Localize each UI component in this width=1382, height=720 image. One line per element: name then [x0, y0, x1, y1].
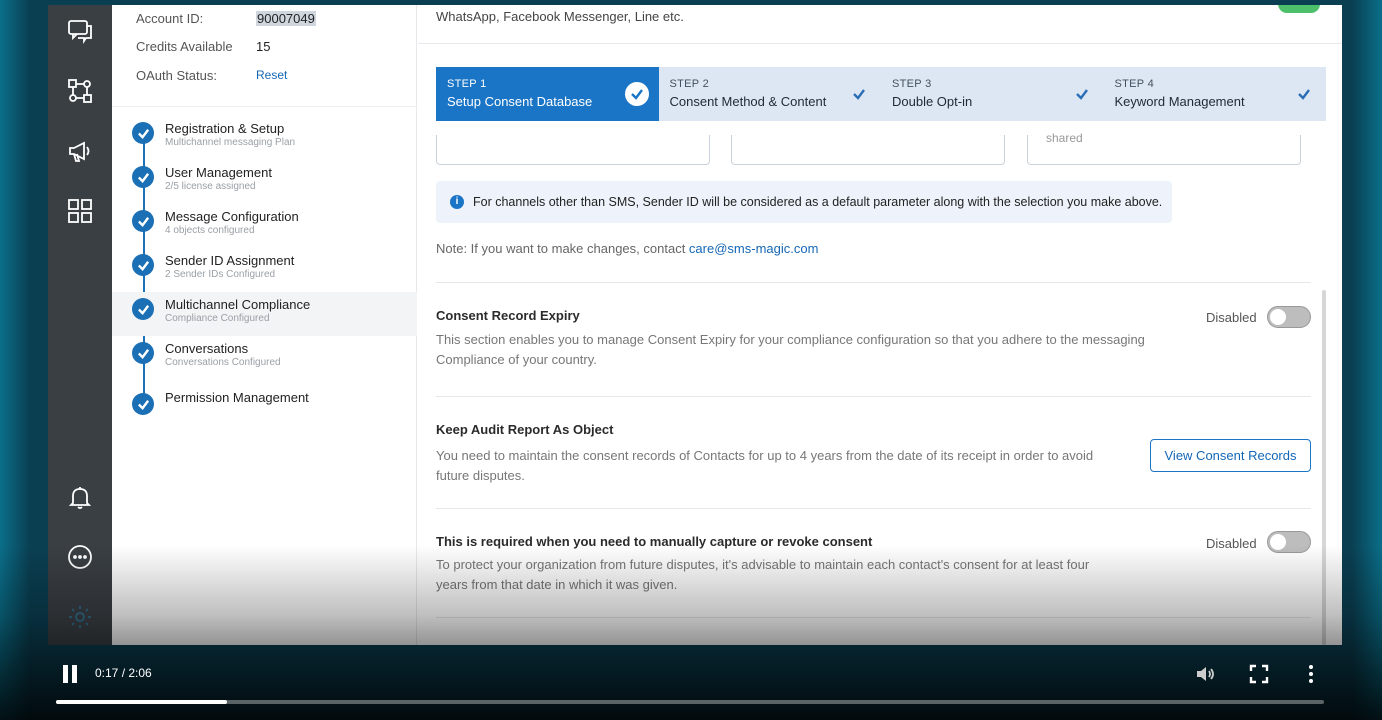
setup-step-message-configuration[interactable]: Message Configuration 4 objects configur… [112, 204, 417, 248]
audit-report-title: Keep Audit Report As Object [436, 422, 614, 437]
step-subtitle: 4 objects configured [165, 225, 255, 236]
check-icon [132, 210, 154, 232]
setup-step-permission-management[interactable]: Permission Management [112, 387, 417, 431]
manual-consent-title: This is required when you need to manual… [436, 534, 873, 549]
step-subtitle: Compliance Configured [165, 313, 270, 324]
step-subtitle: Conversations Configured [165, 357, 281, 368]
check-icon [132, 122, 154, 144]
wizard-stepper: STEP 1 Setup Consent Database STEP 2 Con… [436, 67, 1326, 121]
manual-consent-toggle[interactable] [1267, 531, 1311, 553]
check-icon [847, 82, 871, 106]
video-progress-bar[interactable] [56, 700, 1324, 704]
step-title: Registration & Setup [165, 121, 285, 136]
divider [112, 106, 417, 107]
step-title: Message Configuration [165, 209, 299, 224]
channels-toggle[interactable] [1278, 5, 1320, 13]
account-id-label: Account ID: [136, 11, 204, 26]
setup-step-sender-id[interactable]: Sender ID Assignment 2 Sender IDs Config… [112, 248, 417, 292]
setup-panel: Account ID: 90007049 Credits Available 1… [112, 5, 417, 645]
oauth-status-label: OAuth Status: [136, 68, 217, 83]
option-card-text: shared [1046, 131, 1083, 145]
audit-report-desc: You need to maintain the consent records… [436, 448, 1094, 483]
divider [436, 282, 1311, 283]
option-card[interactable] [436, 135, 710, 165]
wizard-step-1[interactable]: STEP 1 Setup Consent Database [436, 67, 659, 121]
more-icon[interactable] [66, 543, 94, 571]
divider [418, 43, 1342, 44]
main-content: WhatsApp, Facebook Messenger, Line etc. … [418, 5, 1342, 645]
setup-step-conversations[interactable]: Conversations Conversations Configured [112, 336, 417, 380]
megaphone-icon[interactable] [66, 137, 94, 165]
consent-expiry-toggle-label: Disabled [1206, 310, 1257, 325]
setup-step-user-management[interactable]: User Management 2/5 license assigned [112, 160, 417, 204]
video-time: 0:17 / 2:06 [95, 666, 152, 680]
check-icon [624, 82, 649, 106]
wizard-step-2[interactable]: STEP 2 Consent Method & Content [658, 67, 881, 121]
channels-text: WhatsApp, Facebook Messenger, Line etc. [436, 9, 684, 24]
note-text: Note: If you want to make changes, conta… [436, 241, 689, 256]
step-subtitle: 2/5 license assigned [165, 181, 256, 192]
check-icon [132, 254, 154, 276]
check-icon [132, 393, 154, 415]
pause-icon[interactable] [61, 665, 79, 683]
support-email-link[interactable]: care@sms-magic.com [689, 241, 819, 256]
wizard-step-4[interactable]: STEP 4 Keyword Management [1103, 67, 1326, 121]
divider [436, 396, 1311, 397]
setup-step-multichannel-compliance[interactable]: Multichannel Compliance Compliance Confi… [112, 292, 417, 336]
consent-expiry-title: Consent Record Expiry [436, 308, 580, 323]
info-text: For channels other than SMS, Sender ID w… [473, 195, 1163, 209]
check-icon [1070, 82, 1094, 106]
info-icon: i [450, 195, 464, 209]
step-title: Multichannel Compliance [165, 297, 311, 312]
check-icon [132, 298, 154, 320]
check-icon [132, 166, 154, 188]
fullscreen-icon[interactable] [1247, 662, 1271, 686]
step-title: Conversations [165, 341, 249, 356]
credits-label: Credits Available [136, 39, 233, 54]
info-banner: i For channels other than SMS, Sender ID… [436, 181, 1172, 223]
scrollbar[interactable] [1322, 290, 1326, 645]
toggle-knob [1270, 309, 1286, 325]
step-subtitle: Multichannel messaging Plan [165, 137, 296, 148]
credits-value: 15 [256, 39, 271, 54]
check-icon [1292, 82, 1316, 106]
oauth-reset-link[interactable]: Reset [256, 68, 287, 82]
divider [436, 617, 1311, 618]
option-card[interactable] [731, 135, 1005, 165]
icon-rail [48, 5, 112, 645]
manual-consent-toggle-label: Disabled [1206, 536, 1257, 551]
contact-note: Note: If you want to make changes, conta… [436, 241, 818, 256]
app-window: Account ID: 90007049 Credits Available 1… [48, 5, 1342, 645]
manual-consent-desc: To protect your organization from future… [436, 557, 1090, 592]
volume-icon[interactable] [1194, 662, 1218, 686]
consent-expiry-toggle[interactable] [1267, 306, 1311, 328]
video-frame: Account ID: 90007049 Credits Available 1… [0, 0, 1382, 720]
consent-expiry-desc: This section enables you to manage Conse… [436, 332, 1145, 367]
divider [436, 508, 1311, 509]
more-options-icon[interactable] [1299, 662, 1323, 686]
flow-icon[interactable] [66, 77, 94, 105]
step-subtitle: 2 Sender IDs Configured [165, 269, 276, 280]
settings-icon[interactable] [66, 603, 94, 631]
view-consent-records-button[interactable]: View Consent Records [1150, 439, 1311, 472]
bell-icon[interactable] [66, 483, 94, 511]
grid-icon[interactable] [66, 197, 94, 225]
toggle-knob [1270, 534, 1286, 550]
video-progress-fill [56, 700, 228, 704]
video-controls: 0:17 / 2:06 [0, 645, 1382, 720]
check-icon [132, 342, 154, 364]
step-title: User Management [165, 165, 272, 180]
setup-step-registration[interactable]: Registration & Setup Multichannel messag… [112, 116, 417, 160]
step-title: Permission Management [165, 390, 309, 405]
wizard-step-3[interactable]: STEP 3 Double Opt-in [881, 67, 1104, 121]
chat-icon[interactable] [66, 17, 94, 45]
account-id-value: 90007049 [256, 11, 316, 26]
step-title: Sender ID Assignment [165, 253, 295, 268]
